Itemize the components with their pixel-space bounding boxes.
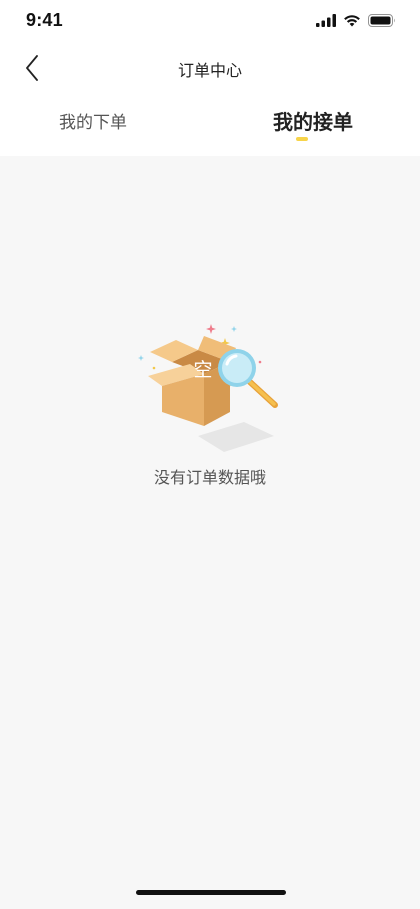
status-icons [316, 12, 396, 28]
tab-my-orders[interactable]: 我的下单 [0, 92, 210, 156]
empty-box-illustration: 空 [138, 324, 278, 452]
active-tab-indicator [296, 137, 308, 141]
home-indicator[interactable] [136, 890, 286, 895]
tab-bar: 我的下单 我的接单 [0, 92, 420, 156]
status-time: 9:41 [26, 10, 63, 30]
wifi-icon [344, 14, 360, 26]
cellular-signal-icon [316, 13, 336, 27]
empty-message: 没有订单数据哦 [153, 468, 266, 487]
status-bar: 9:41 [0, 0, 420, 44]
empty-state: 空 没有订单数据哦 [0, 318, 420, 498]
box-label: 空 [193, 359, 212, 381]
screen: 9:41 订单中心 我的下单 我的接单 空 没有订单数据哦 [0, 0, 420, 909]
nav-bar: 订单中心 [0, 44, 420, 92]
battery-icon [368, 13, 395, 27]
tab-label: 我的下单 [59, 113, 127, 133]
tab-my-accepted[interactable]: 我的接单 [210, 92, 420, 156]
tab-label: 我的接单 [273, 110, 353, 134]
page-title: 订单中心 [177, 61, 242, 80]
